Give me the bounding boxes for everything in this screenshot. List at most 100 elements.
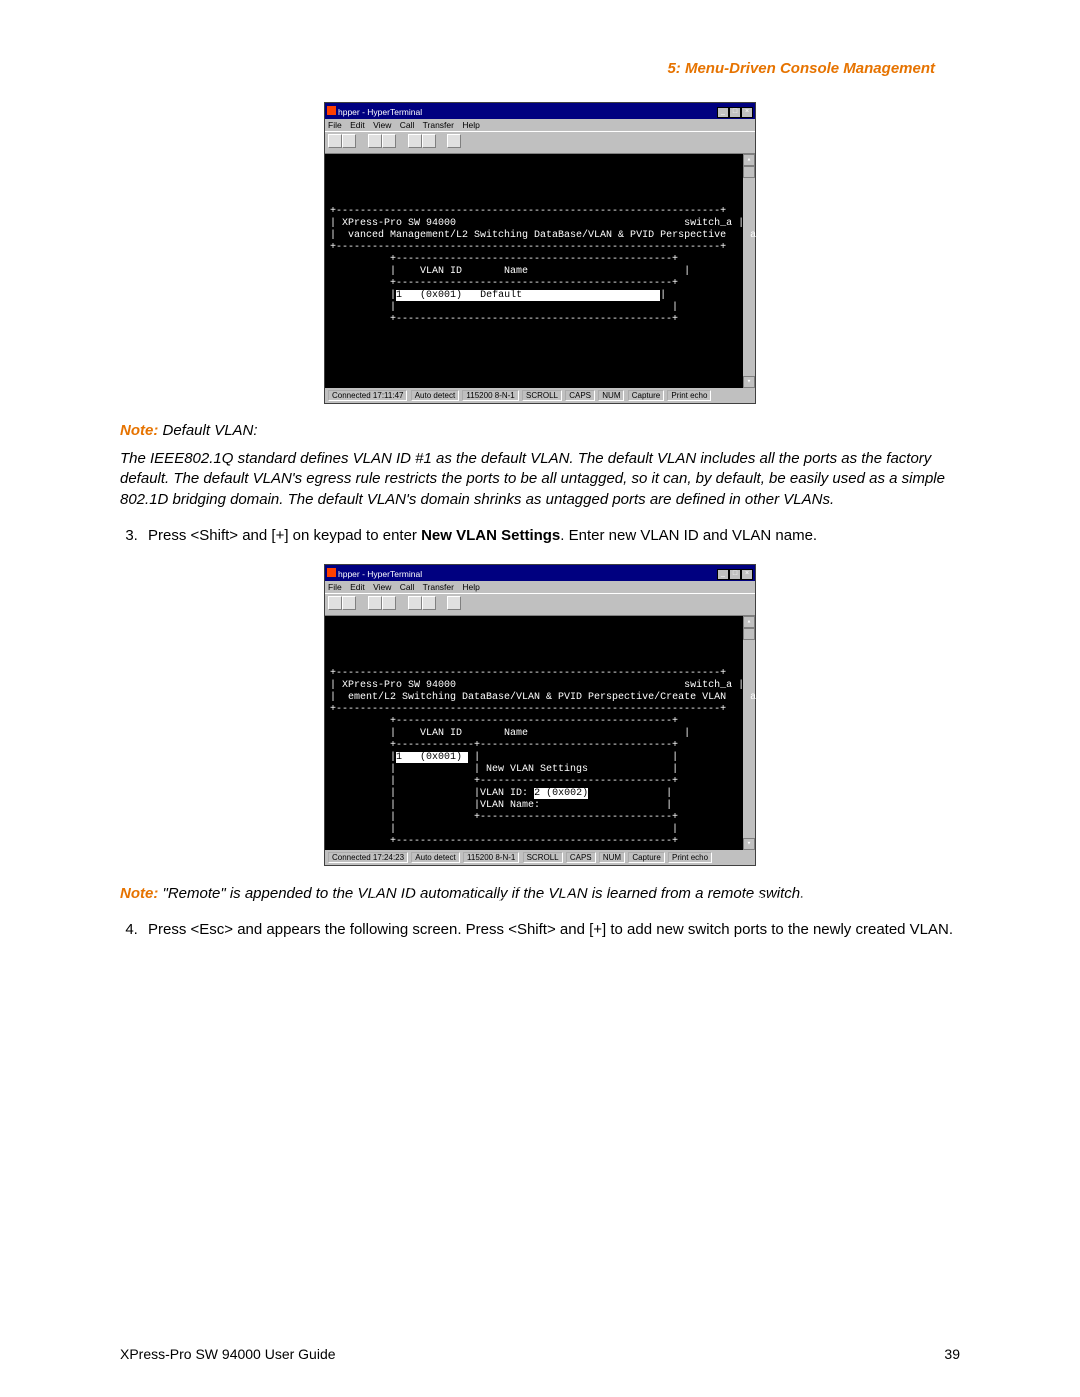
scroll-up-icon[interactable]: ▴ [743, 616, 755, 628]
menu-help[interactable]: Help [462, 120, 479, 130]
note-default-vlan-body: The IEEE802.1Q standard defines VLAN ID … [120, 449, 960, 510]
close-icon[interactable]: × [741, 107, 753, 118]
vlan-row[interactable]: 1 (0x001) [396, 752, 468, 763]
menu-view[interactable]: View [373, 582, 391, 592]
toolbar [325, 131, 755, 154]
close-icon[interactable]: × [741, 569, 753, 580]
status-scroll: SCROLL [523, 852, 563, 863]
status-scroll: SCROLL [522, 390, 562, 401]
scroll-down-icon[interactable]: ▾ [743, 838, 755, 850]
status-caps: CAPS [565, 390, 595, 401]
menu-transfer[interactable]: Transfer [423, 120, 454, 130]
menu-bar[interactable]: File Edit View Call Transfer Help [325, 119, 755, 131]
note-label: Note: [120, 422, 158, 439]
status-autodetect: Auto detect [411, 852, 459, 863]
step-4: Press <Esc> and appears the following sc… [142, 920, 960, 940]
col-name: Name [504, 728, 528, 739]
menu-view[interactable]: View [373, 120, 391, 130]
term-breadcrumb: ement/L2 Switching DataBase/VLAN & PVID … [348, 692, 726, 703]
status-bar: Connected 17:11:47 Auto detect 115200 8-… [325, 388, 755, 403]
status-connected: Connected 17:24:23 [328, 852, 408, 863]
toolbar-button[interactable] [447, 596, 461, 610]
menu-edit[interactable]: Edit [350, 582, 365, 592]
scroll-up-icon[interactable]: ▴ [743, 154, 755, 166]
toolbar-button[interactable] [328, 134, 342, 148]
menu-file[interactable]: File [328, 120, 342, 130]
term-user: switch_a [684, 218, 732, 229]
toolbar-button[interactable] [328, 596, 342, 610]
menu-file[interactable]: File [328, 582, 342, 592]
term-device: XPress-Pro SW 94000 [342, 680, 456, 691]
step-3: Press <Shift> and [+] on keypad to enter… [142, 526, 960, 546]
toolbar-button[interactable] [408, 596, 422, 610]
status-autodetect: Auto detect [411, 390, 459, 401]
status-bar: Connected 17:24:23 Auto detect 115200 8-… [325, 850, 755, 865]
maximize-icon[interactable]: □ [729, 107, 741, 118]
status-capture: Capture [628, 390, 664, 401]
status-capture: Capture [628, 852, 664, 863]
menu-transfer[interactable]: Transfer [423, 582, 454, 592]
term-role: admin [750, 692, 780, 703]
menu-call[interactable]: Call [400, 582, 415, 592]
vlan-row[interactable]: 1 (0x001) Default [396, 290, 660, 301]
toolbar-button[interactable] [368, 134, 382, 148]
menu-bar[interactable]: File Edit View Call Transfer Help [325, 581, 755, 593]
section-header: 5: Menu-Driven Console Management [120, 60, 935, 77]
term-device: XPress-Pro SW 94000 [342, 218, 456, 229]
step3-bold: New VLAN Settings [421, 527, 560, 544]
term-role: admin [750, 230, 780, 241]
term-help: <UpArrow><DownArrow>Move <Enter>Modify [342, 896, 576, 907]
toolbar [325, 593, 755, 616]
hyperterminal-window-2: hpper - HyperTerminal _□× File Edit View… [324, 564, 756, 866]
terminal-screen[interactable]: ▴ ▾ +-----------------------------------… [325, 616, 755, 850]
dlg-vlan-name-label: VLAN Name: [480, 800, 540, 811]
dlg-vlan-id-value[interactable]: 2 (0x002) [534, 788, 588, 799]
scroll-down-icon[interactable]: ▾ [743, 376, 755, 388]
toolbar-button[interactable] [408, 134, 422, 148]
term-help: <UpArrow><DownArrow>Move <Enter>View/Mod… [342, 434, 720, 445]
window-titlebar[interactable]: hpper - HyperTerminal _□× [325, 565, 755, 581]
col-vlan-id: VLAN ID [420, 728, 462, 739]
status-num: NUM [599, 852, 625, 863]
status-num: NUM [598, 390, 624, 401]
dlg-title: New VLAN Settings [486, 764, 588, 775]
term-esc: <ESC>Previous [738, 896, 816, 907]
toolbar-button[interactable] [422, 134, 436, 148]
col-name: Name [504, 266, 528, 277]
status-printecho: Print echo [667, 390, 711, 401]
status-connected: Connected 17:11:47 [328, 390, 407, 401]
dlg-vlan-id-label: VLAN ID: [480, 788, 528, 799]
toolbar-button[interactable] [342, 134, 356, 148]
footer-page: 39 [944, 1346, 960, 1362]
note-label: Note: [120, 885, 158, 902]
hyperterminal-window-1: hpper - HyperTerminal _□× File Edit View… [324, 102, 756, 404]
window-titlebar[interactable]: hpper - HyperTerminal _□× [325, 103, 755, 119]
menu-call[interactable]: Call [400, 120, 415, 130]
status-baud: 115200 8-N-1 [462, 390, 518, 401]
scroll-thumb[interactable] [743, 628, 755, 640]
footer-guide: XPress-Pro SW 94000 User Guide [120, 1346, 336, 1362]
col-vlan-id: VLAN ID [420, 266, 462, 277]
toolbar-button[interactable] [368, 596, 382, 610]
app-icon [327, 106, 336, 115]
status-baud: 115200 8-N-1 [463, 852, 519, 863]
window-title: hpper - HyperTerminal [338, 107, 422, 117]
toolbar-button[interactable] [342, 596, 356, 610]
term-user: switch_a [684, 680, 732, 691]
minimize-icon[interactable]: _ [717, 569, 729, 580]
status-caps: CAPS [566, 852, 596, 863]
term-breadcrumb: vanced Management/L2 Switching DataBase/… [348, 230, 726, 241]
toolbar-button[interactable] [447, 134, 461, 148]
toolbar-button[interactable] [422, 596, 436, 610]
menu-help[interactable]: Help [462, 582, 479, 592]
minimize-icon[interactable]: _ [717, 107, 729, 118]
note-heading: Default VLAN: [163, 422, 258, 439]
window-title: hpper - HyperTerminal [338, 569, 422, 579]
menu-edit[interactable]: Edit [350, 120, 365, 130]
maximize-icon[interactable]: □ [729, 569, 741, 580]
scroll-thumb[interactable] [743, 166, 755, 178]
terminal-screen[interactable]: ▴ ▾ +-----------------------------------… [325, 154, 755, 388]
toolbar-button[interactable] [382, 134, 396, 148]
app-icon [327, 568, 336, 577]
toolbar-button[interactable] [382, 596, 396, 610]
